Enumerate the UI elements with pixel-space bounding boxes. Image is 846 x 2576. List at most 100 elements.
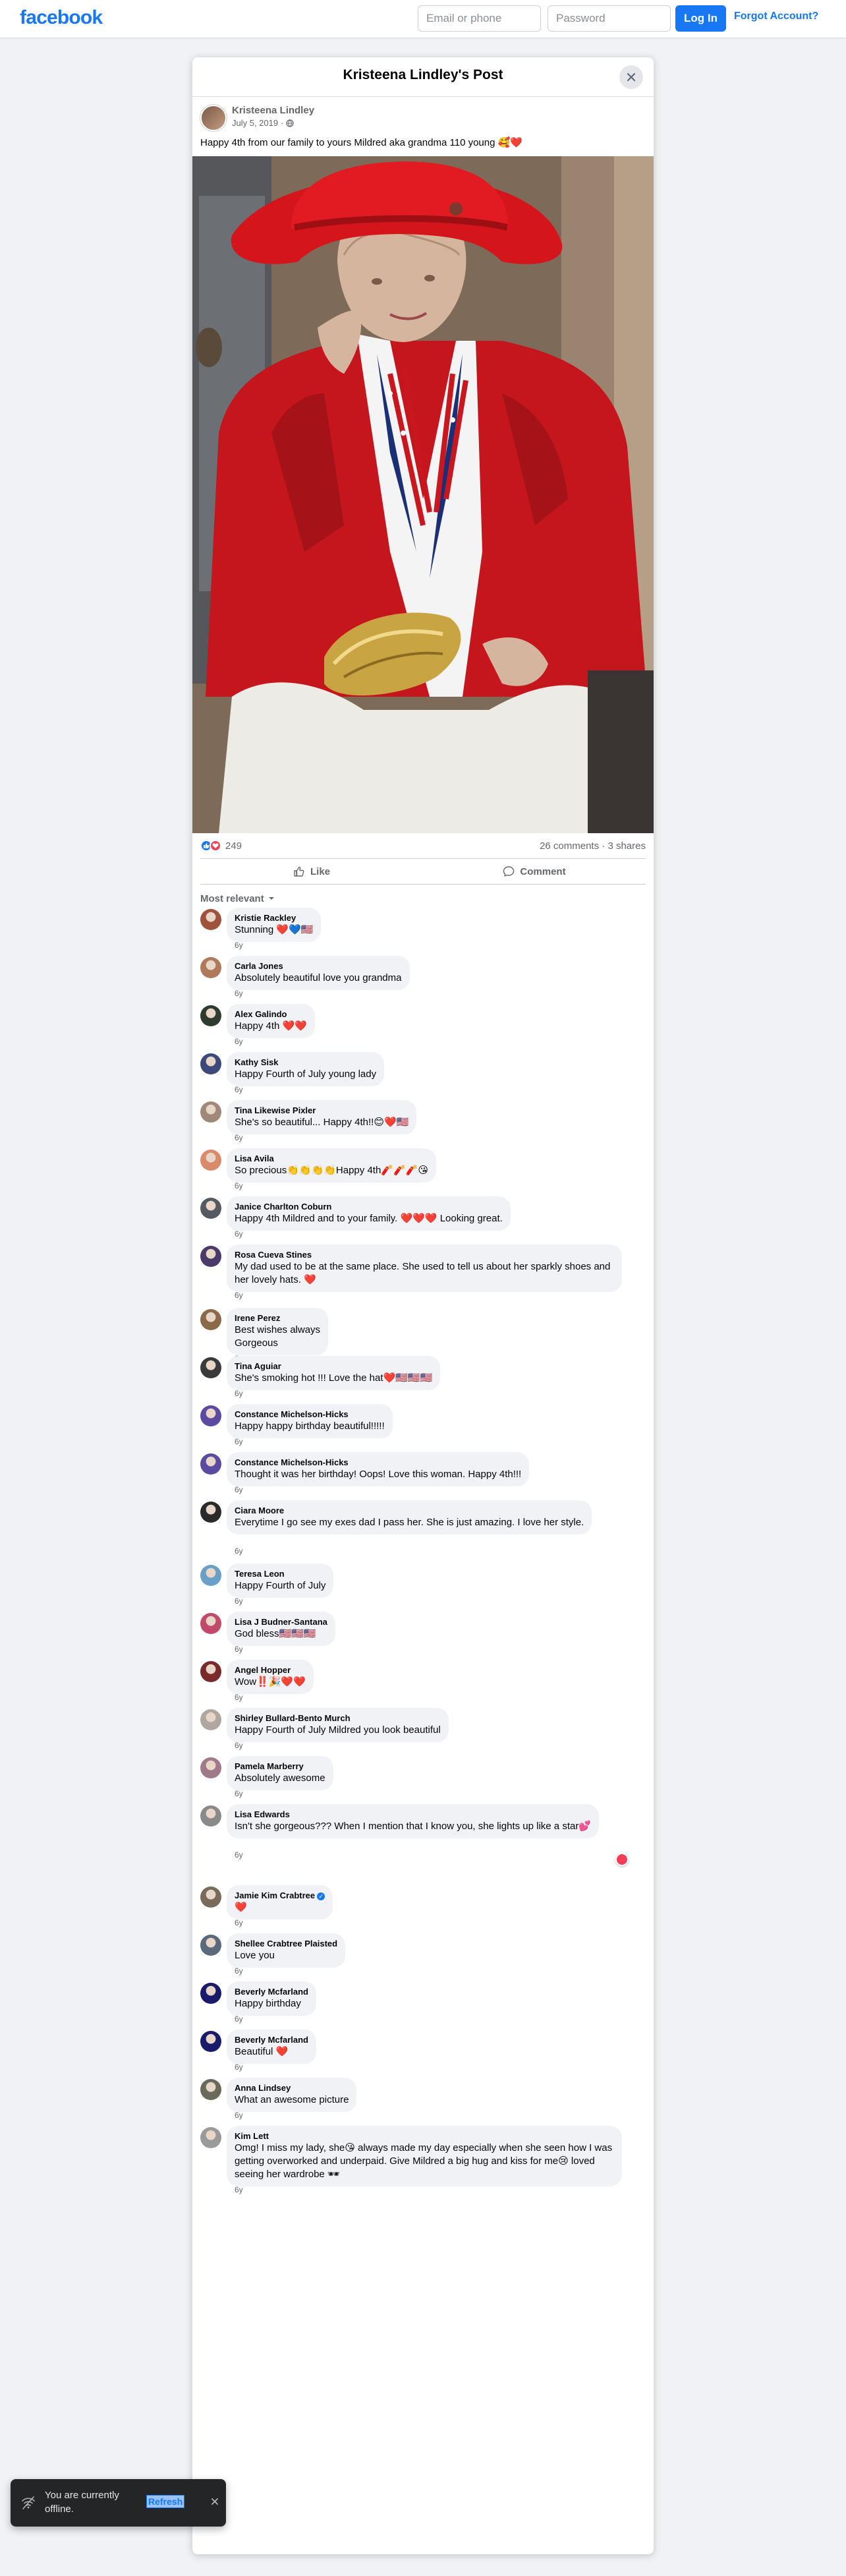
comment-timestamp[interactable]: 6y (235, 1229, 243, 1239)
comment-avatar[interactable] (200, 1357, 221, 1378)
comment-author[interactable]: Tina Aguiar (235, 1361, 432, 1372)
comment-avatar[interactable] (200, 957, 221, 978)
comment-author[interactable]: Angel Hopper (235, 1665, 306, 1676)
comment-avatar[interactable] (200, 1246, 221, 1267)
comment-author[interactable]: Anna Lindsey (235, 2083, 349, 2093)
comment-author[interactable]: Lisa J Budner-Santana (235, 1617, 327, 1627)
comment-author[interactable]: Janice Charlton Coburn (235, 1202, 503, 1212)
comment-timestamp[interactable]: 6y (235, 1966, 243, 1976)
comment-author[interactable]: Kathy Sisk (235, 1057, 376, 1068)
comment-timestamp[interactable]: 6y (235, 1437, 243, 1446)
comment-author[interactable]: Lisa Avila (235, 1154, 428, 1164)
comment-timestamp[interactable]: 6y (235, 1546, 243, 1556)
comment-timestamp[interactable]: 6y (235, 1389, 243, 1398)
comment-author[interactable]: Shirley Bullard-Bento Murch (235, 1713, 441, 1724)
close-button[interactable] (619, 65, 643, 89)
comment-author[interactable]: Jamie Kim Crabtree ✓ (235, 1890, 325, 1901)
comment-author[interactable]: Carla Jones (235, 961, 402, 972)
comment-avatar[interactable] (200, 1309, 221, 1330)
comment-timestamp[interactable]: 6y (235, 1850, 243, 1859)
comment-timestamp[interactable]: 6y (235, 1291, 243, 1300)
comment-timestamp[interactable]: 6y (235, 2063, 243, 2072)
like-button[interactable]: Like (200, 859, 423, 884)
comment-sort-dropdown[interactable]: Most relevant (200, 890, 646, 907)
comment-timestamp[interactable]: 6y (235, 989, 243, 998)
post-date[interactable]: July 5, 2019 (232, 118, 278, 128)
comment-text: ❤️ (235, 1902, 247, 1913)
comment-avatar[interactable] (200, 1613, 221, 1634)
email-input[interactable] (418, 5, 541, 32)
comment-author[interactable]: Ciara Moore (235, 1506, 584, 1516)
comment-avatar[interactable] (200, 1150, 221, 1171)
comment-avatar[interactable] (200, 1502, 221, 1523)
comment-timestamp[interactable]: 6y (235, 1037, 243, 1046)
comment-timestamp[interactable]: 6y (235, 1918, 243, 1927)
comment-avatar[interactable] (200, 2031, 221, 2052)
login-button[interactable]: Log In (675, 5, 726, 32)
comment-timestamp[interactable]: 6y (235, 1645, 243, 1654)
comment: Angel Hopper Wow‼️🎉❤️❤️ 6y (200, 1660, 635, 1706)
author-name[interactable]: Kristeena Lindley (232, 105, 314, 116)
comment-timestamp[interactable]: 6y (235, 2185, 243, 2194)
comment-text: My dad used to be at the same place. She… (235, 1261, 611, 1285)
comment-author[interactable]: Lisa Edwards (235, 1809, 591, 1820)
comment-avatar[interactable] (200, 1805, 221, 1827)
comment-avatar[interactable] (200, 1453, 221, 1475)
shares-count[interactable]: 3 shares (607, 840, 646, 852)
author-avatar[interactable] (200, 105, 227, 131)
comment-avatar[interactable] (200, 1983, 221, 2004)
comment-author[interactable]: Beverly Mcfarland (235, 2035, 308, 2045)
comment-button[interactable]: Comment (423, 859, 646, 884)
comment-timestamp[interactable]: 6y (235, 941, 243, 950)
comment-author[interactable]: Teresa Leon (235, 1569, 325, 1579)
comment-avatar[interactable] (200, 2127, 221, 2148)
toast-close-button[interactable] (208, 2496, 221, 2509)
forgot-account-link[interactable]: Forgot Account? (734, 11, 818, 22)
comment-author[interactable]: Rosa Cueva Stines (235, 1250, 614, 1260)
comment-timestamp[interactable]: 6y (235, 1085, 243, 1094)
comment-avatar[interactable] (200, 2079, 221, 2100)
reactions-summary[interactable]: 249 (200, 840, 242, 852)
comment-timestamp[interactable]: 6y (235, 1693, 243, 1702)
comment-author[interactable]: Alex Galindo (235, 1009, 307, 1020)
comment-avatar[interactable] (200, 909, 221, 930)
facebook-logo[interactable]: facebook (20, 7, 103, 29)
comment-avatar[interactable] (200, 1053, 221, 1074)
comment-author[interactable]: Constance Michelson-Hicks (235, 1457, 521, 1468)
comment-author[interactable]: Irene Perez (235, 1313, 320, 1324)
love-reaction-badge-icon[interactable] (615, 1853, 629, 1866)
comment-timestamp[interactable]: 6y (235, 1596, 243, 1606)
comment-author[interactable]: Tina Likewise Pixler (235, 1105, 409, 1116)
comment: Anna Lindsey What an awesome picture 6y (200, 2078, 635, 2124)
comment-timestamp[interactable]: 6y (235, 1133, 243, 1142)
comment-timestamp[interactable]: 6y (235, 1741, 243, 1750)
comment-avatar[interactable] (200, 1757, 221, 1778)
comment-avatar[interactable] (200, 1101, 221, 1123)
comment-avatar[interactable] (200, 1887, 221, 1908)
comment-avatar[interactable] (200, 1709, 221, 1730)
post-photo[interactable] (192, 156, 654, 833)
comment-author[interactable]: Constance Michelson-Hicks (235, 1409, 385, 1420)
comment-avatar[interactable] (200, 1565, 221, 1586)
verified-badge-icon: ✓ (317, 1892, 325, 1900)
comment-avatar[interactable] (200, 1198, 221, 1219)
comment-author[interactable]: Pamela Marberry (235, 1761, 325, 1772)
comments-count[interactable]: 26 comments (540, 840, 599, 852)
comment-timestamp[interactable]: 6y (235, 1789, 243, 1798)
password-input[interactable] (548, 5, 671, 32)
comment-avatar[interactable] (200, 1005, 221, 1026)
comment-timestamp[interactable]: 6y (235, 1181, 243, 1190)
comment-author-name: Lisa Edwards (235, 1809, 290, 1819)
reaction-count: 249 (225, 840, 242, 852)
comment-avatar[interactable] (200, 1661, 221, 1682)
comment-timestamp[interactable]: 6y (235, 1485, 243, 1494)
comment-timestamp[interactable]: 6y (235, 2014, 243, 2024)
comment-author[interactable]: Beverly Mcfarland (235, 1987, 308, 1997)
comment-author[interactable]: Shellee Crabtree Plaisted (235, 1939, 337, 1949)
comment-author[interactable]: Kristie Rackley (235, 913, 313, 923)
comment-avatar[interactable] (200, 1405, 221, 1426)
comment-timestamp[interactable]: 6y (235, 2111, 243, 2120)
refresh-button[interactable]: Refresh (146, 2495, 185, 2508)
comment-author[interactable]: Kim Lett (235, 2131, 614, 2142)
comment-avatar[interactable] (200, 1935, 221, 1956)
